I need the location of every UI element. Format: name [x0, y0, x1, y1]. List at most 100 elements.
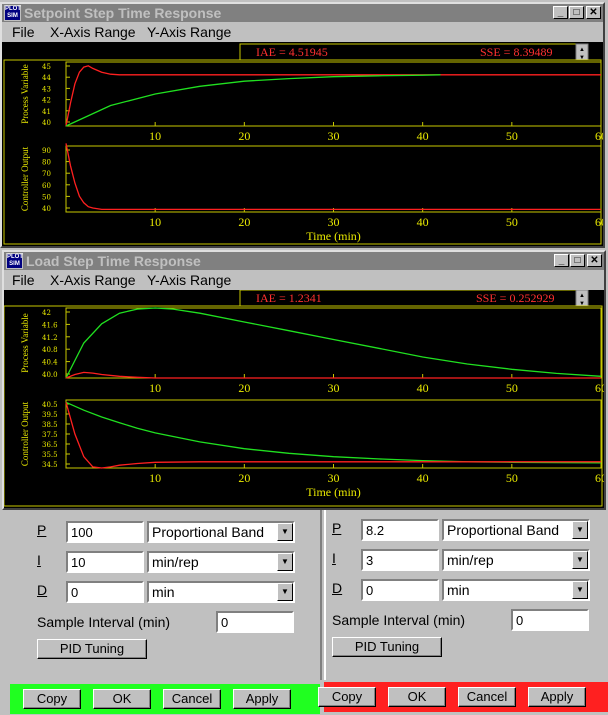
- left-i-unit-value: min/rep: [152, 554, 199, 570]
- y-tick-label: 42: [42, 97, 51, 105]
- series-line: [65, 401, 602, 464]
- load-chart: IAE = 1.2341 SSE = 0.252929 ▲▼4241.641.240…: [4, 290, 604, 507]
- menu-file[interactable]: File: [12, 272, 35, 288]
- iae-readout: IAE = 4.51945: [256, 45, 328, 59]
- menubar: File X-Axis Range Y-Axis Range: [4, 270, 604, 290]
- left-i-unit-select[interactable]: min/rep ▼: [147, 551, 295, 573]
- right-d-input[interactable]: 0: [361, 579, 439, 601]
- right-i-unit-select[interactable]: min/rep ▼: [442, 549, 590, 571]
- x-tick-label: 40: [417, 471, 429, 485]
- chevron-down-icon[interactable]: ▼: [277, 583, 293, 601]
- left-p-label: P: [37, 522, 47, 538]
- window-title: Setpoint Step Time Response: [24, 5, 222, 21]
- setpoint-titlebar[interactable]: PLOT SIM Setpoint Step Time Response _ □ …: [2, 4, 603, 22]
- right-sample-input[interactable]: 0: [511, 609, 589, 631]
- left-sample-input[interactable]: 0: [216, 611, 294, 633]
- minimize-icon[interactable]: _: [554, 254, 569, 267]
- left-d-label: D: [37, 582, 48, 598]
- spin-up-icon: ▲: [579, 47, 585, 53]
- y-axis-label: Controller Output: [20, 401, 30, 466]
- y-axis-label: Process Variable: [20, 313, 30, 373]
- left-pid-tuning-button[interactable]: PID Tuning: [37, 639, 147, 659]
- y-tick-label: 41: [42, 108, 51, 116]
- plot-frame: [65, 61, 602, 127]
- left-sample-label: Sample Interval (min): [37, 614, 171, 630]
- x-tick-label: 30: [328, 215, 340, 229]
- left-i-input[interactable]: 10: [66, 551, 144, 573]
- load-window: PLOT SIM Load Step Time Response _ □ ✕ Fi…: [2, 250, 606, 510]
- menu-y-axis-range[interactable]: Y-Axis Range: [147, 24, 231, 40]
- right-ok-button[interactable]: OK: [388, 687, 446, 707]
- y-tick-label: 90: [42, 147, 51, 155]
- left-p-unit-select[interactable]: Proportional Band ▼: [147, 521, 295, 543]
- menu-x-axis-range[interactable]: X-Axis Range: [50, 24, 136, 40]
- plot-frame: [65, 399, 602, 469]
- plotsim-logo-icon: PLOT SIM: [6, 253, 23, 269]
- left-cancel-button[interactable]: Cancel: [163, 689, 221, 709]
- chevron-down-icon[interactable]: ▼: [277, 553, 293, 571]
- chevron-down-icon[interactable]: ▼: [572, 551, 588, 569]
- x-tick-label: 50: [506, 381, 518, 395]
- y-tick-label: 80: [42, 159, 51, 167]
- x-tick-label: 10: [149, 215, 161, 229]
- y-tick-label: 37.5: [42, 431, 58, 439]
- right-i-unit-value: min/rep: [447, 552, 494, 568]
- load-titlebar[interactable]: PLOT SIM Load Step Time Response _ □ ✕: [4, 252, 604, 270]
- right-d-unit-value: min: [447, 582, 470, 598]
- close-icon[interactable]: ✕: [586, 6, 601, 19]
- left-copy-button[interactable]: Copy: [23, 689, 81, 709]
- setpoint-chart: IAE = 4.51945 SSE = 8.39489 ▲▼454443424140…: [3, 43, 603, 245]
- maximize-icon[interactable]: □: [569, 6, 584, 19]
- menu-y-axis-range[interactable]: Y-Axis Range: [147, 272, 231, 288]
- close-icon[interactable]: ✕: [587, 254, 602, 267]
- x-tick-label: 30: [328, 381, 340, 395]
- left-p-unit-value: Proportional Band: [152, 524, 265, 540]
- x-tick-label: 40: [417, 381, 429, 395]
- maximize-icon[interactable]: □: [570, 254, 585, 267]
- x-tick-label: 60: [595, 471, 604, 485]
- right-p-label: P: [332, 520, 342, 536]
- left-p-input[interactable]: 100: [66, 521, 144, 543]
- y-tick-label: 43: [42, 85, 51, 93]
- chevron-down-icon[interactable]: ▼: [572, 581, 588, 599]
- x-axis-label: Time (min): [306, 229, 361, 243]
- right-i-input[interactable]: 3: [361, 549, 439, 571]
- right-apply-button[interactable]: Apply: [528, 687, 586, 707]
- right-cancel-button[interactable]: Cancel: [458, 687, 516, 707]
- right-p-input[interactable]: 8.2: [361, 519, 439, 541]
- y-tick-label: 44: [42, 74, 51, 82]
- menu-x-axis-range[interactable]: X-Axis Range: [50, 272, 136, 288]
- y-tick-label: 40: [42, 205, 51, 213]
- right-pid-tuning-button[interactable]: PID Tuning: [332, 637, 442, 657]
- y-tick-label: 36.5: [42, 441, 58, 449]
- x-tick-label: 60: [595, 215, 603, 229]
- series-line: [65, 307, 602, 379]
- left-d-unit-select[interactable]: min ▼: [147, 581, 295, 603]
- x-tick-label: 50: [506, 129, 518, 143]
- left-d-input[interactable]: 0: [66, 581, 144, 603]
- x-tick-label: 10: [149, 471, 161, 485]
- left-ok-button[interactable]: OK: [93, 689, 151, 709]
- y-tick-label: 40: [42, 119, 51, 127]
- setpoint-window: PLOT SIM Setpoint Step Time Response _ □ …: [0, 2, 605, 248]
- series-line: [65, 402, 601, 469]
- y-tick-label: 45: [42, 63, 51, 71]
- right-copy-button[interactable]: Copy: [318, 687, 376, 707]
- sse-readout: SSE = 8.39489: [480, 45, 552, 59]
- spin-up-icon: ▲: [579, 293, 585, 299]
- right-d-unit-select[interactable]: min ▼: [442, 579, 590, 601]
- window-title: Load Step Time Response: [26, 253, 201, 269]
- right-p-unit-select[interactable]: Proportional Band ▼: [442, 519, 590, 541]
- chevron-down-icon[interactable]: ▼: [277, 523, 293, 541]
- y-tick-label: 40.8: [42, 346, 58, 354]
- x-tick-label: 20: [238, 129, 250, 143]
- y-tick-label: 50: [42, 193, 51, 201]
- minimize-icon[interactable]: _: [553, 6, 568, 19]
- left-apply-button[interactable]: Apply: [233, 689, 291, 709]
- menu-file[interactable]: File: [12, 24, 35, 40]
- y-tick-label: 41.6: [42, 321, 58, 329]
- right-p-unit-value: Proportional Band: [447, 522, 560, 538]
- chevron-down-icon[interactable]: ▼: [572, 521, 588, 539]
- y-tick-label: 35.5: [42, 451, 58, 459]
- left-d-unit-value: min: [152, 584, 175, 600]
